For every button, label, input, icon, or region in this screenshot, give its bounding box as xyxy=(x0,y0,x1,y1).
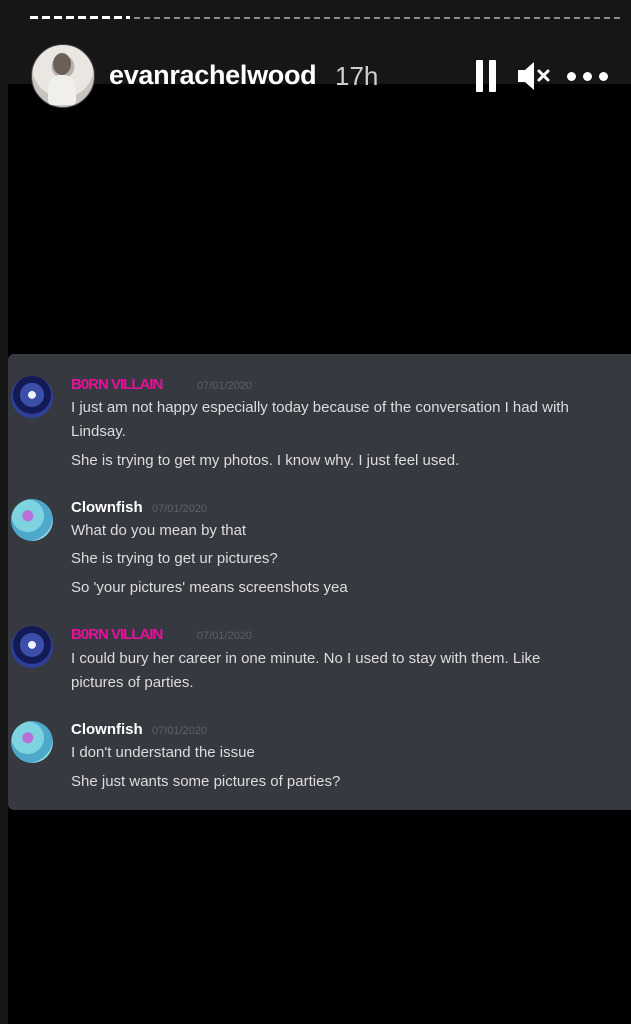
message-timestamp: 07/01/2020 xyxy=(152,503,208,515)
avatar[interactable] xyxy=(31,44,95,108)
message-author: Clownfish xyxy=(71,721,143,738)
message-line: She is trying to get ur pictures? xyxy=(71,550,278,567)
pause-bar-left xyxy=(476,60,483,92)
message-line: I just am not happy especially today bec… xyxy=(71,399,569,416)
pause-icon[interactable] xyxy=(476,60,498,92)
avatar-head xyxy=(53,53,71,75)
story-progress-bar xyxy=(30,16,621,22)
message-line: I don't understand the issue xyxy=(71,744,255,761)
more-icon[interactable] xyxy=(567,72,609,82)
discord-screenshot: B0RN VILLAIN 07/01/2020 I just am not ha… xyxy=(8,354,631,810)
message-author: B0RN VILLAIN xyxy=(71,626,163,643)
progress-segment-remaining xyxy=(134,17,621,19)
user-avatar xyxy=(11,376,53,418)
story-time: 17h xyxy=(335,61,379,91)
user-avatar xyxy=(11,499,53,541)
story-header: evanrachelwood 17h xyxy=(31,44,617,108)
message-timestamp: 07/01/2020 xyxy=(197,630,253,642)
progress-segment-viewed xyxy=(30,16,130,19)
more-dot xyxy=(567,72,576,81)
message-timestamp: 07/01/2020 xyxy=(197,380,253,392)
avatar-body xyxy=(48,75,76,105)
user-avatar xyxy=(11,626,53,668)
message-line: What do you mean by that xyxy=(71,522,247,539)
more-dot xyxy=(583,72,592,81)
message-line: She is trying to get my photos. I know w… xyxy=(71,452,460,469)
story-username[interactable]: evanrachelwood xyxy=(109,60,317,91)
message-author: Clownfish xyxy=(71,499,143,516)
message-line: She just wants some pictures of parties? xyxy=(71,773,341,790)
volume-muted-icon[interactable] xyxy=(516,58,552,94)
message-line: So 'your pictures' means screenshots yea xyxy=(71,579,348,596)
user-avatar xyxy=(11,721,53,763)
message-line: pictures of parties. xyxy=(71,674,194,691)
more-dot xyxy=(599,72,608,81)
message-author: B0RN VILLAIN xyxy=(71,376,163,393)
message-line: Lindsay. xyxy=(71,423,126,440)
message-timestamp: 07/01/2020 xyxy=(152,725,208,737)
pause-bar-right xyxy=(489,60,496,92)
message-line: I could bury her career in one minute. N… xyxy=(71,650,541,667)
